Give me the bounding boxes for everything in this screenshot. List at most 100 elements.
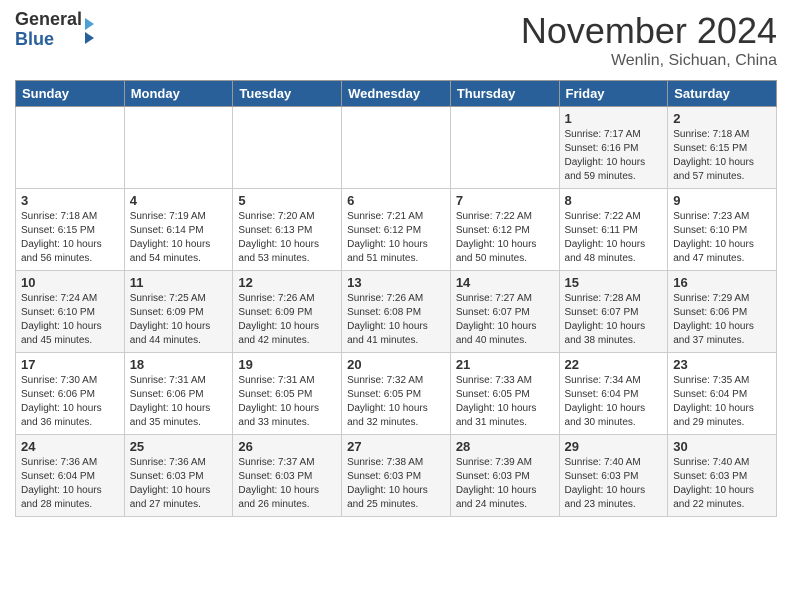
location: Wenlin, Sichuan, China <box>521 52 777 70</box>
day-info: Sunrise: 7:22 AM Sunset: 6:12 PM Dayligh… <box>456 210 554 266</box>
day-info: Sunrise: 7:19 AM Sunset: 6:14 PM Dayligh… <box>130 210 228 266</box>
day-info: Sunrise: 7:34 AM Sunset: 6:04 PM Dayligh… <box>565 374 663 430</box>
calendar-cell: 5 Sunrise: 7:20 AM Sunset: 6:13 PM Daylig… <box>233 189 342 271</box>
day-info: Sunrise: 7:38 AM Sunset: 6:03 PM Dayligh… <box>347 456 445 512</box>
calendar-cell: 28 Sunrise: 7:39 AM Sunset: 6:03 PM Dayli… <box>450 435 559 517</box>
day-number: 26 <box>238 439 336 454</box>
day-number: 7 <box>456 193 554 208</box>
logo-line2: Blue <box>15 30 82 50</box>
day-header-sunday: Sunday <box>16 81 125 107</box>
day-info: Sunrise: 7:21 AM Sunset: 6:12 PM Dayligh… <box>347 210 445 266</box>
page-header: General Blue November 2024 Wenlin, Sichu… <box>15 10 777 70</box>
day-number: 30 <box>673 439 771 454</box>
day-info: Sunrise: 7:26 AM Sunset: 6:09 PM Dayligh… <box>238 292 336 348</box>
calendar-cell: 24 Sunrise: 7:36 AM Sunset: 6:04 PM Dayli… <box>16 435 125 517</box>
calendar-week-3: 10 Sunrise: 7:24 AM Sunset: 6:10 PM Dayli… <box>16 271 777 353</box>
day-number: 11 <box>130 275 228 290</box>
day-number: 27 <box>347 439 445 454</box>
day-header-friday: Friday <box>559 81 668 107</box>
calendar-cell: 30Sunrise: 7:40 AM Sunset: 6:03 PM Dayli… <box>668 435 777 517</box>
day-number: 20 <box>347 357 445 372</box>
calendar-cell: 6 Sunrise: 7:21 AM Sunset: 6:12 PM Daylig… <box>342 189 451 271</box>
calendar-cell <box>233 107 342 189</box>
month-title: November 2024 <box>521 10 777 52</box>
day-number: 15 <box>565 275 663 290</box>
calendar-cell <box>342 107 451 189</box>
calendar-cell: 25 Sunrise: 7:36 AM Sunset: 6:03 PM Dayli… <box>124 435 233 517</box>
day-number: 6 <box>347 193 445 208</box>
calendar-week-1: 1 Sunrise: 7:17 AM Sunset: 6:16 PM Daylig… <box>16 107 777 189</box>
day-number: 22 <box>565 357 663 372</box>
calendar-week-2: 3Sunrise: 7:18 AM Sunset: 6:15 PM Daylig… <box>16 189 777 271</box>
logo-line1: General <box>15 10 82 30</box>
day-number: 8 <box>565 193 663 208</box>
calendar-cell: 22 Sunrise: 7:34 AM Sunset: 6:04 PM Dayli… <box>559 353 668 435</box>
calendar-cell: 19Sunrise: 7:31 AM Sunset: 6:05 PM Dayli… <box>233 353 342 435</box>
day-number: 25 <box>130 439 228 454</box>
calendar-cell: 3Sunrise: 7:18 AM Sunset: 6:15 PM Daylig… <box>16 189 125 271</box>
day-number: 28 <box>456 439 554 454</box>
day-header-wednesday: Wednesday <box>342 81 451 107</box>
day-info: Sunrise: 7:35 AM Sunset: 6:04 PM Dayligh… <box>673 374 771 430</box>
day-info: Sunrise: 7:36 AM Sunset: 6:04 PM Dayligh… <box>21 456 119 512</box>
day-info: Sunrise: 7:40 AM Sunset: 6:03 PM Dayligh… <box>565 456 663 512</box>
day-number: 21 <box>456 357 554 372</box>
day-info: Sunrise: 7:20 AM Sunset: 6:13 PM Dayligh… <box>238 210 336 266</box>
day-number: 16 <box>673 275 771 290</box>
day-info: Sunrise: 7:22 AM Sunset: 6:11 PM Dayligh… <box>565 210 663 266</box>
calendar-cell: 18 Sunrise: 7:31 AM Sunset: 6:06 PM Dayli… <box>124 353 233 435</box>
day-number: 18 <box>130 357 228 372</box>
calendar-cell: 13Sunrise: 7:26 AM Sunset: 6:08 PM Dayli… <box>342 271 451 353</box>
day-info: Sunrise: 7:25 AM Sunset: 6:09 PM Dayligh… <box>130 292 228 348</box>
day-number: 5 <box>238 193 336 208</box>
day-number: 3 <box>21 193 119 208</box>
day-number: 24 <box>21 439 119 454</box>
day-info: Sunrise: 7:31 AM Sunset: 6:05 PM Dayligh… <box>238 374 336 430</box>
logo: General Blue <box>15 10 94 50</box>
day-header-tuesday: Tuesday <box>233 81 342 107</box>
day-info: Sunrise: 7:27 AM Sunset: 6:07 PM Dayligh… <box>456 292 554 348</box>
day-number: 9 <box>673 193 771 208</box>
calendar-week-5: 24 Sunrise: 7:36 AM Sunset: 6:04 PM Dayli… <box>16 435 777 517</box>
day-number: 2 <box>673 111 771 126</box>
calendar-cell <box>124 107 233 189</box>
day-info: Sunrise: 7:39 AM Sunset: 6:03 PM Dayligh… <box>456 456 554 512</box>
calendar-cell: 12Sunrise: 7:26 AM Sunset: 6:09 PM Dayli… <box>233 271 342 353</box>
day-info: Sunrise: 7:29 AM Sunset: 6:06 PM Dayligh… <box>673 292 771 348</box>
day-info: Sunrise: 7:36 AM Sunset: 6:03 PM Dayligh… <box>130 456 228 512</box>
day-info: Sunrise: 7:32 AM Sunset: 6:05 PM Dayligh… <box>347 374 445 430</box>
calendar-cell: 4Sunrise: 7:19 AM Sunset: 6:14 PM Daylig… <box>124 189 233 271</box>
day-info: Sunrise: 7:18 AM Sunset: 6:15 PM Dayligh… <box>673 128 771 184</box>
calendar-cell: 14 Sunrise: 7:27 AM Sunset: 6:07 PM Dayli… <box>450 271 559 353</box>
day-info: Sunrise: 7:30 AM Sunset: 6:06 PM Dayligh… <box>21 374 119 430</box>
day-info: Sunrise: 7:17 AM Sunset: 6:16 PM Dayligh… <box>565 128 663 184</box>
day-header-thursday: Thursday <box>450 81 559 107</box>
calendar-table: SundayMondayTuesdayWednesdayThursdayFrid… <box>15 80 777 517</box>
day-info: Sunrise: 7:28 AM Sunset: 6:07 PM Dayligh… <box>565 292 663 348</box>
calendar-cell: 20 Sunrise: 7:32 AM Sunset: 6:05 PM Dayli… <box>342 353 451 435</box>
calendar-cell <box>450 107 559 189</box>
calendar-cell: 27 Sunrise: 7:38 AM Sunset: 6:03 PM Dayli… <box>342 435 451 517</box>
day-info: Sunrise: 7:31 AM Sunset: 6:06 PM Dayligh… <box>130 374 228 430</box>
day-header-monday: Monday <box>124 81 233 107</box>
day-number: 10 <box>21 275 119 290</box>
calendar-cell: 10 Sunrise: 7:24 AM Sunset: 6:10 PM Dayli… <box>16 271 125 353</box>
calendar-cell: 21Sunrise: 7:33 AM Sunset: 6:05 PM Dayli… <box>450 353 559 435</box>
day-number: 29 <box>565 439 663 454</box>
calendar-cell: 9 Sunrise: 7:23 AM Sunset: 6:10 PM Daylig… <box>668 189 777 271</box>
calendar-week-4: 17 Sunrise: 7:30 AM Sunset: 6:06 PM Dayli… <box>16 353 777 435</box>
calendar-header-row: SundayMondayTuesdayWednesdayThursdayFrid… <box>16 81 777 107</box>
logo-text: General Blue <box>15 10 82 50</box>
day-info: Sunrise: 7:26 AM Sunset: 6:08 PM Dayligh… <box>347 292 445 348</box>
day-number: 14 <box>456 275 554 290</box>
calendar-cell: 23Sunrise: 7:35 AM Sunset: 6:04 PM Dayli… <box>668 353 777 435</box>
calendar-cell: 11 Sunrise: 7:25 AM Sunset: 6:09 PM Dayli… <box>124 271 233 353</box>
day-number: 17 <box>21 357 119 372</box>
title-section: November 2024 Wenlin, Sichuan, China <box>521 10 777 70</box>
day-number: 1 <box>565 111 663 126</box>
day-info: Sunrise: 7:23 AM Sunset: 6:10 PM Dayligh… <box>673 210 771 266</box>
calendar-cell: 7 Sunrise: 7:22 AM Sunset: 6:12 PM Daylig… <box>450 189 559 271</box>
day-info: Sunrise: 7:24 AM Sunset: 6:10 PM Dayligh… <box>21 292 119 348</box>
calendar-cell: 1 Sunrise: 7:17 AM Sunset: 6:16 PM Daylig… <box>559 107 668 189</box>
calendar-cell: 17 Sunrise: 7:30 AM Sunset: 6:06 PM Dayli… <box>16 353 125 435</box>
